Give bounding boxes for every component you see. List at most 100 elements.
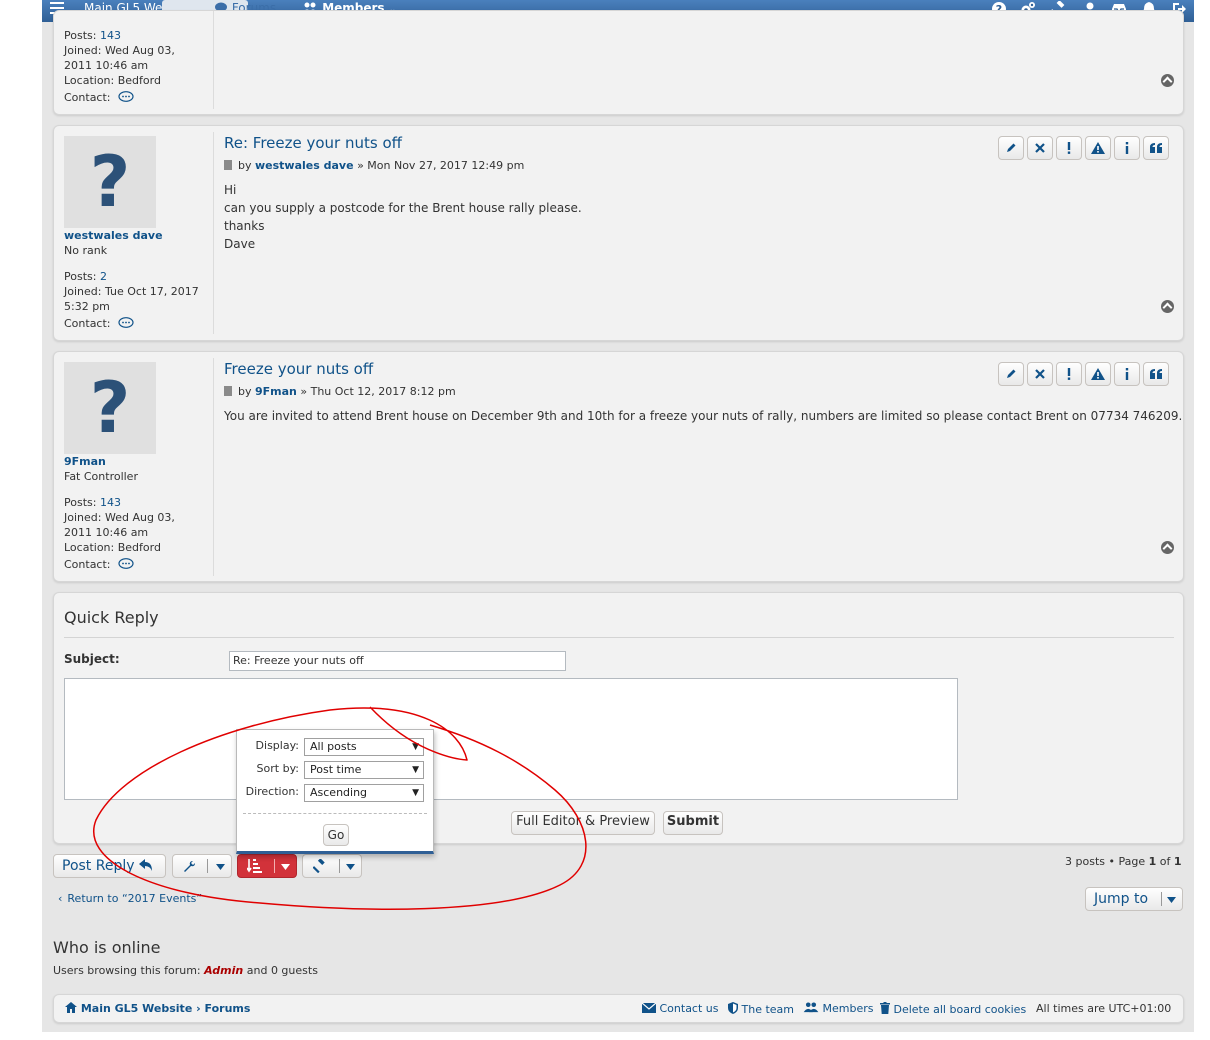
- subject-input[interactable]: Re: Freeze your nuts off: [229, 651, 566, 671]
- contact-label: Contact:: [64, 558, 111, 571]
- info-icon: [1125, 368, 1129, 380]
- edit-button[interactable]: [998, 136, 1024, 160]
- caret-down-icon: [281, 864, 290, 870]
- quote-button[interactable]: [1143, 362, 1169, 386]
- contact-label: Contact us: [659, 1002, 719, 1015]
- message-textarea[interactable]: [64, 678, 958, 800]
- contact-bubble-icon[interactable]: [118, 91, 134, 103]
- return-link[interactable]: ‹ Return to “2017 Events”: [58, 892, 202, 905]
- posts-label: Posts:: [64, 270, 97, 283]
- profile-contact: Contact:: [64, 557, 134, 572]
- sort-dropdown-button[interactable]: [237, 854, 297, 878]
- breadcrumb-home-link[interactable]: Main GL5 Website: [81, 1002, 192, 1015]
- location-label: Location:: [64, 541, 115, 554]
- post-text-line: You are invited to attend Brent house on…: [224, 409, 1183, 423]
- joined-value-line2: 2011 10:46 am: [64, 526, 149, 539]
- delete-button[interactable]: [1027, 362, 1053, 386]
- footer-team-link[interactable]: The team: [728, 1002, 794, 1016]
- post-file-icon[interactable]: [224, 386, 232, 396]
- pagination-text: 3 posts • Page: [1065, 855, 1146, 868]
- pencil-icon: [1007, 143, 1016, 152]
- post-date: » Thu Oct 12, 2017 8:12 pm: [300, 385, 456, 398]
- back-to-top-icon[interactable]: [1161, 541, 1174, 554]
- user-rank: No rank: [64, 244, 108, 257]
- display-select[interactable]: All posts ▼: [304, 738, 424, 756]
- joined-value: Wed Aug 03,: [104, 511, 175, 524]
- profile-location: Location: Bedford: [64, 73, 161, 88]
- warning-icon: [1091, 368, 1105, 380]
- profile-contact: Contact:: [64, 90, 134, 105]
- info-button[interactable]: [1114, 362, 1140, 386]
- page-current: 1: [1148, 855, 1157, 868]
- delete-button[interactable]: [1027, 136, 1053, 160]
- report-button[interactable]: [1056, 362, 1082, 386]
- submit-button[interactable]: Submit: [663, 811, 723, 835]
- warn-button[interactable]: [1085, 136, 1111, 160]
- post-reply-label: Post Reply: [62, 858, 135, 874]
- posts-label: Posts:: [64, 496, 97, 509]
- joined-value-line2: 5:32 pm: [64, 300, 110, 313]
- admin-user-link[interactable]: Admin: [204, 964, 243, 977]
- avatar[interactable]: ?: [64, 136, 156, 228]
- button-divider: [274, 859, 275, 873]
- posts-count-link[interactable]: 2: [100, 270, 107, 283]
- avatar[interactable]: ?: [64, 362, 156, 454]
- sort-by-select[interactable]: Post time ▼: [304, 761, 424, 779]
- display-label: Display:: [255, 739, 299, 752]
- sort-options-dropdown: Display: All posts ▼ Sort by: Post time ▼ …: [236, 729, 434, 854]
- edit-button[interactable]: [998, 362, 1024, 386]
- username-link[interactable]: 9Fman: [64, 455, 106, 468]
- post-file-icon[interactable]: [224, 160, 232, 170]
- full-editor-button[interactable]: Full Editor & Preview: [511, 811, 655, 835]
- pagination: 3 posts • Page 1 of 1: [1065, 855, 1182, 868]
- direction-select[interactable]: Ascending ▼: [304, 784, 424, 802]
- contact-bubble-icon[interactable]: [118, 317, 134, 329]
- footer-members-link[interactable]: Members: [803, 1002, 873, 1015]
- joined-label: Joined:: [64, 511, 102, 524]
- quote-button[interactable]: [1143, 136, 1169, 160]
- post-title-link[interactable]: Freeze your nuts off: [224, 360, 373, 378]
- close-icon: [1035, 369, 1045, 379]
- reply-arrow-icon: [138, 859, 152, 871]
- members-label: Members: [822, 1002, 874, 1015]
- jump-to-button[interactable]: Jump to: [1085, 887, 1183, 911]
- post-content: You are invited to attend Brent house on…: [224, 407, 1182, 425]
- username-link[interactable]: westwales dave: [64, 229, 163, 242]
- breadcrumb-forums-link[interactable]: Forums: [205, 1002, 251, 1015]
- info-button[interactable]: [1114, 136, 1140, 160]
- question-mark-avatar-icon: ?: [89, 367, 131, 449]
- footer-contact-link[interactable]: Contact us: [641, 1002, 719, 1015]
- post-author-link[interactable]: westwales dave: [255, 159, 354, 172]
- page-of: of: [1159, 855, 1171, 868]
- report-button[interactable]: [1056, 136, 1082, 160]
- contact-label: Contact:: [64, 317, 111, 330]
- back-to-top-icon[interactable]: [1161, 300, 1174, 313]
- posts-count-link[interactable]: 143: [100, 496, 121, 509]
- contact-bubble-icon[interactable]: [118, 558, 134, 570]
- post-buttons: [998, 136, 1170, 160]
- caret-down-icon: ▼: [412, 765, 419, 775]
- tools-dropdown-button[interactable]: [172, 854, 232, 878]
- post-reply-button[interactable]: Post Reply: [53, 854, 166, 878]
- quote-icon: [1149, 369, 1162, 379]
- button-divider: [1161, 892, 1162, 906]
- posts-label: Posts:: [64, 29, 97, 42]
- location-value: Bedford: [117, 74, 161, 87]
- post-text-line: Dave: [224, 237, 256, 251]
- footer-delete-cookies-link[interactable]: Delete all board cookies: [880, 1002, 1026, 1016]
- direction-label: Direction:: [245, 785, 299, 798]
- moderator-dropdown-button[interactable]: [302, 854, 362, 878]
- profile-joined: Joined: Wed Aug 03,: [64, 510, 175, 525]
- direction-value: Ascending: [310, 786, 368, 799]
- post-panel-previous: Posts: 143 Joined: Wed Aug 03, 2011 10:4…: [53, 10, 1184, 115]
- posts-count-link[interactable]: 143: [100, 29, 121, 42]
- button-divider: [339, 859, 340, 873]
- post-author-link[interactable]: 9Fman: [255, 385, 297, 398]
- go-button[interactable]: Go: [323, 824, 349, 846]
- post-title-link[interactable]: Re: Freeze your nuts off: [224, 134, 402, 152]
- quote-icon: [1149, 143, 1162, 153]
- warn-button[interactable]: [1085, 362, 1111, 386]
- back-to-top-icon[interactable]: [1161, 74, 1174, 87]
- post-date: » Mon Nov 27, 2017 12:49 pm: [357, 159, 525, 172]
- post-text-line: thanks: [224, 219, 265, 233]
